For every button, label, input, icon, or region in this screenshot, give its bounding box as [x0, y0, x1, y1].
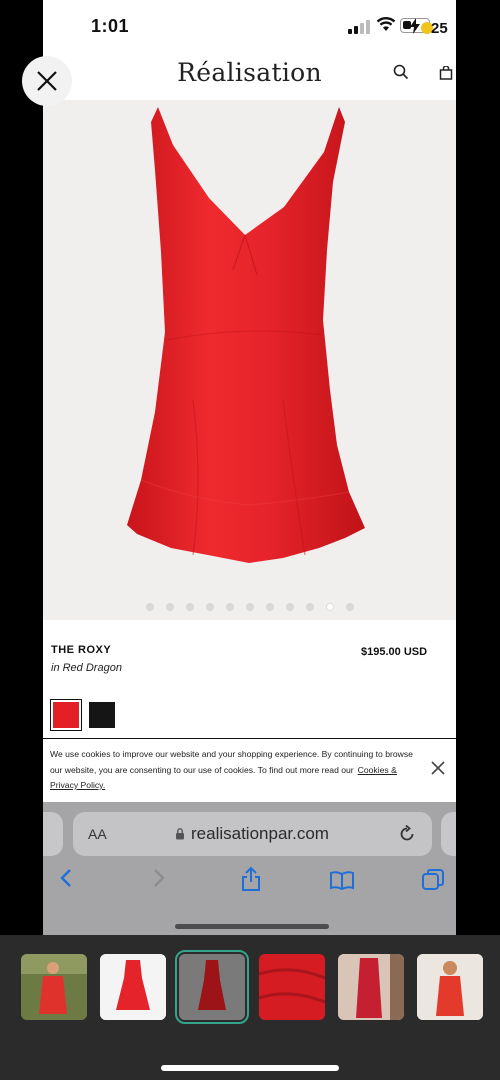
product-price: $195.00 USD: [361, 646, 428, 658]
thumbnail[interactable]: [338, 954, 404, 1020]
carousel-dot[interactable]: [225, 603, 234, 611]
close-button[interactable]: [22, 56, 72, 106]
thumbnail[interactable]: [100, 954, 166, 1020]
viewer: 1:01 25 Réalisation THE ROXY in Red Drag…: [0, 0, 500, 1080]
thumbnail-strip: [0, 935, 500, 1080]
bag-icon[interactable]: [439, 66, 453, 80]
close-icon[interactable]: [431, 761, 445, 775]
thumbnail[interactable]: [21, 954, 87, 1020]
thumbnail-selected[interactable]: [175, 950, 249, 1024]
lock-icon: [176, 828, 184, 840]
carousel-dot[interactable]: [265, 603, 274, 611]
cookie-banner: We use cookies to improve our website an…: [43, 738, 456, 802]
carousel-dot-active[interactable]: [325, 603, 334, 611]
address-bar[interactable]: AA realisationpar.com: [73, 812, 432, 856]
back-icon[interactable]: [59, 868, 73, 888]
bookmarks-icon[interactable]: [329, 870, 355, 890]
product-name: THE ROXY: [51, 644, 112, 656]
thumbnail-image: [100, 954, 166, 1020]
wifi-icon: [376, 17, 396, 31]
site-header: Réalisation: [43, 48, 456, 100]
share-icon[interactable]: [240, 866, 262, 892]
thumbnail-image: [21, 954, 87, 1020]
home-indicator: [175, 924, 329, 929]
thumbnail-image: [338, 954, 404, 1020]
carousel-dot[interactable]: [305, 603, 314, 611]
thumbnail[interactable]: [417, 954, 483, 1020]
swatch-red[interactable]: [50, 699, 82, 731]
reload-icon[interactable]: [398, 825, 416, 843]
product-image[interactable]: [43, 100, 456, 620]
forward-icon[interactable]: [152, 868, 166, 888]
product-info: THE ROXY in Red Dragon $195.00 USD: [43, 622, 456, 738]
url-text[interactable]: realisationpar.com: [191, 824, 329, 844]
cookie-text: We use cookies to improve our website an…: [50, 747, 420, 794]
swatch-black[interactable]: [89, 702, 115, 728]
carousel-dot[interactable]: [145, 603, 154, 611]
battery-level: 25: [431, 20, 448, 37]
carousel-dot[interactable]: [345, 603, 354, 611]
phone-screenshot: 1:01 25 Réalisation THE ROXY in Red Drag…: [43, 0, 456, 935]
carousel-dot[interactable]: [245, 603, 254, 611]
reader-button[interactable]: AA: [88, 826, 107, 842]
home-indicator: [161, 1065, 339, 1071]
carousel-dots: [43, 603, 456, 611]
carousel-dot[interactable]: [165, 603, 174, 611]
browser-toolbar: AA realisationpar.com: [43, 802, 456, 935]
prev-tab-preview[interactable]: [43, 812, 63, 856]
status-time: 1:01: [91, 16, 130, 36]
carousel-dot[interactable]: [285, 603, 294, 611]
thumbnail[interactable]: [259, 954, 325, 1020]
dress-image: [127, 107, 365, 563]
signal-icon: [348, 20, 370, 34]
thumbnail-image: [259, 954, 325, 1020]
charging-icon: [410, 18, 420, 34]
thumbnail-image: [417, 954, 483, 1020]
close-icon: [37, 71, 57, 91]
search-icon[interactable]: [393, 64, 409, 80]
product-variant: in Red Dragon: [51, 662, 122, 674]
carousel-dot[interactable]: [205, 603, 214, 611]
tabs-icon[interactable]: [421, 868, 445, 892]
thumbnail-image: [179, 954, 245, 1020]
carousel-dot[interactable]: [185, 603, 194, 611]
next-tab-preview[interactable]: [441, 812, 456, 856]
status-bar: 1:01 25: [43, 0, 456, 48]
